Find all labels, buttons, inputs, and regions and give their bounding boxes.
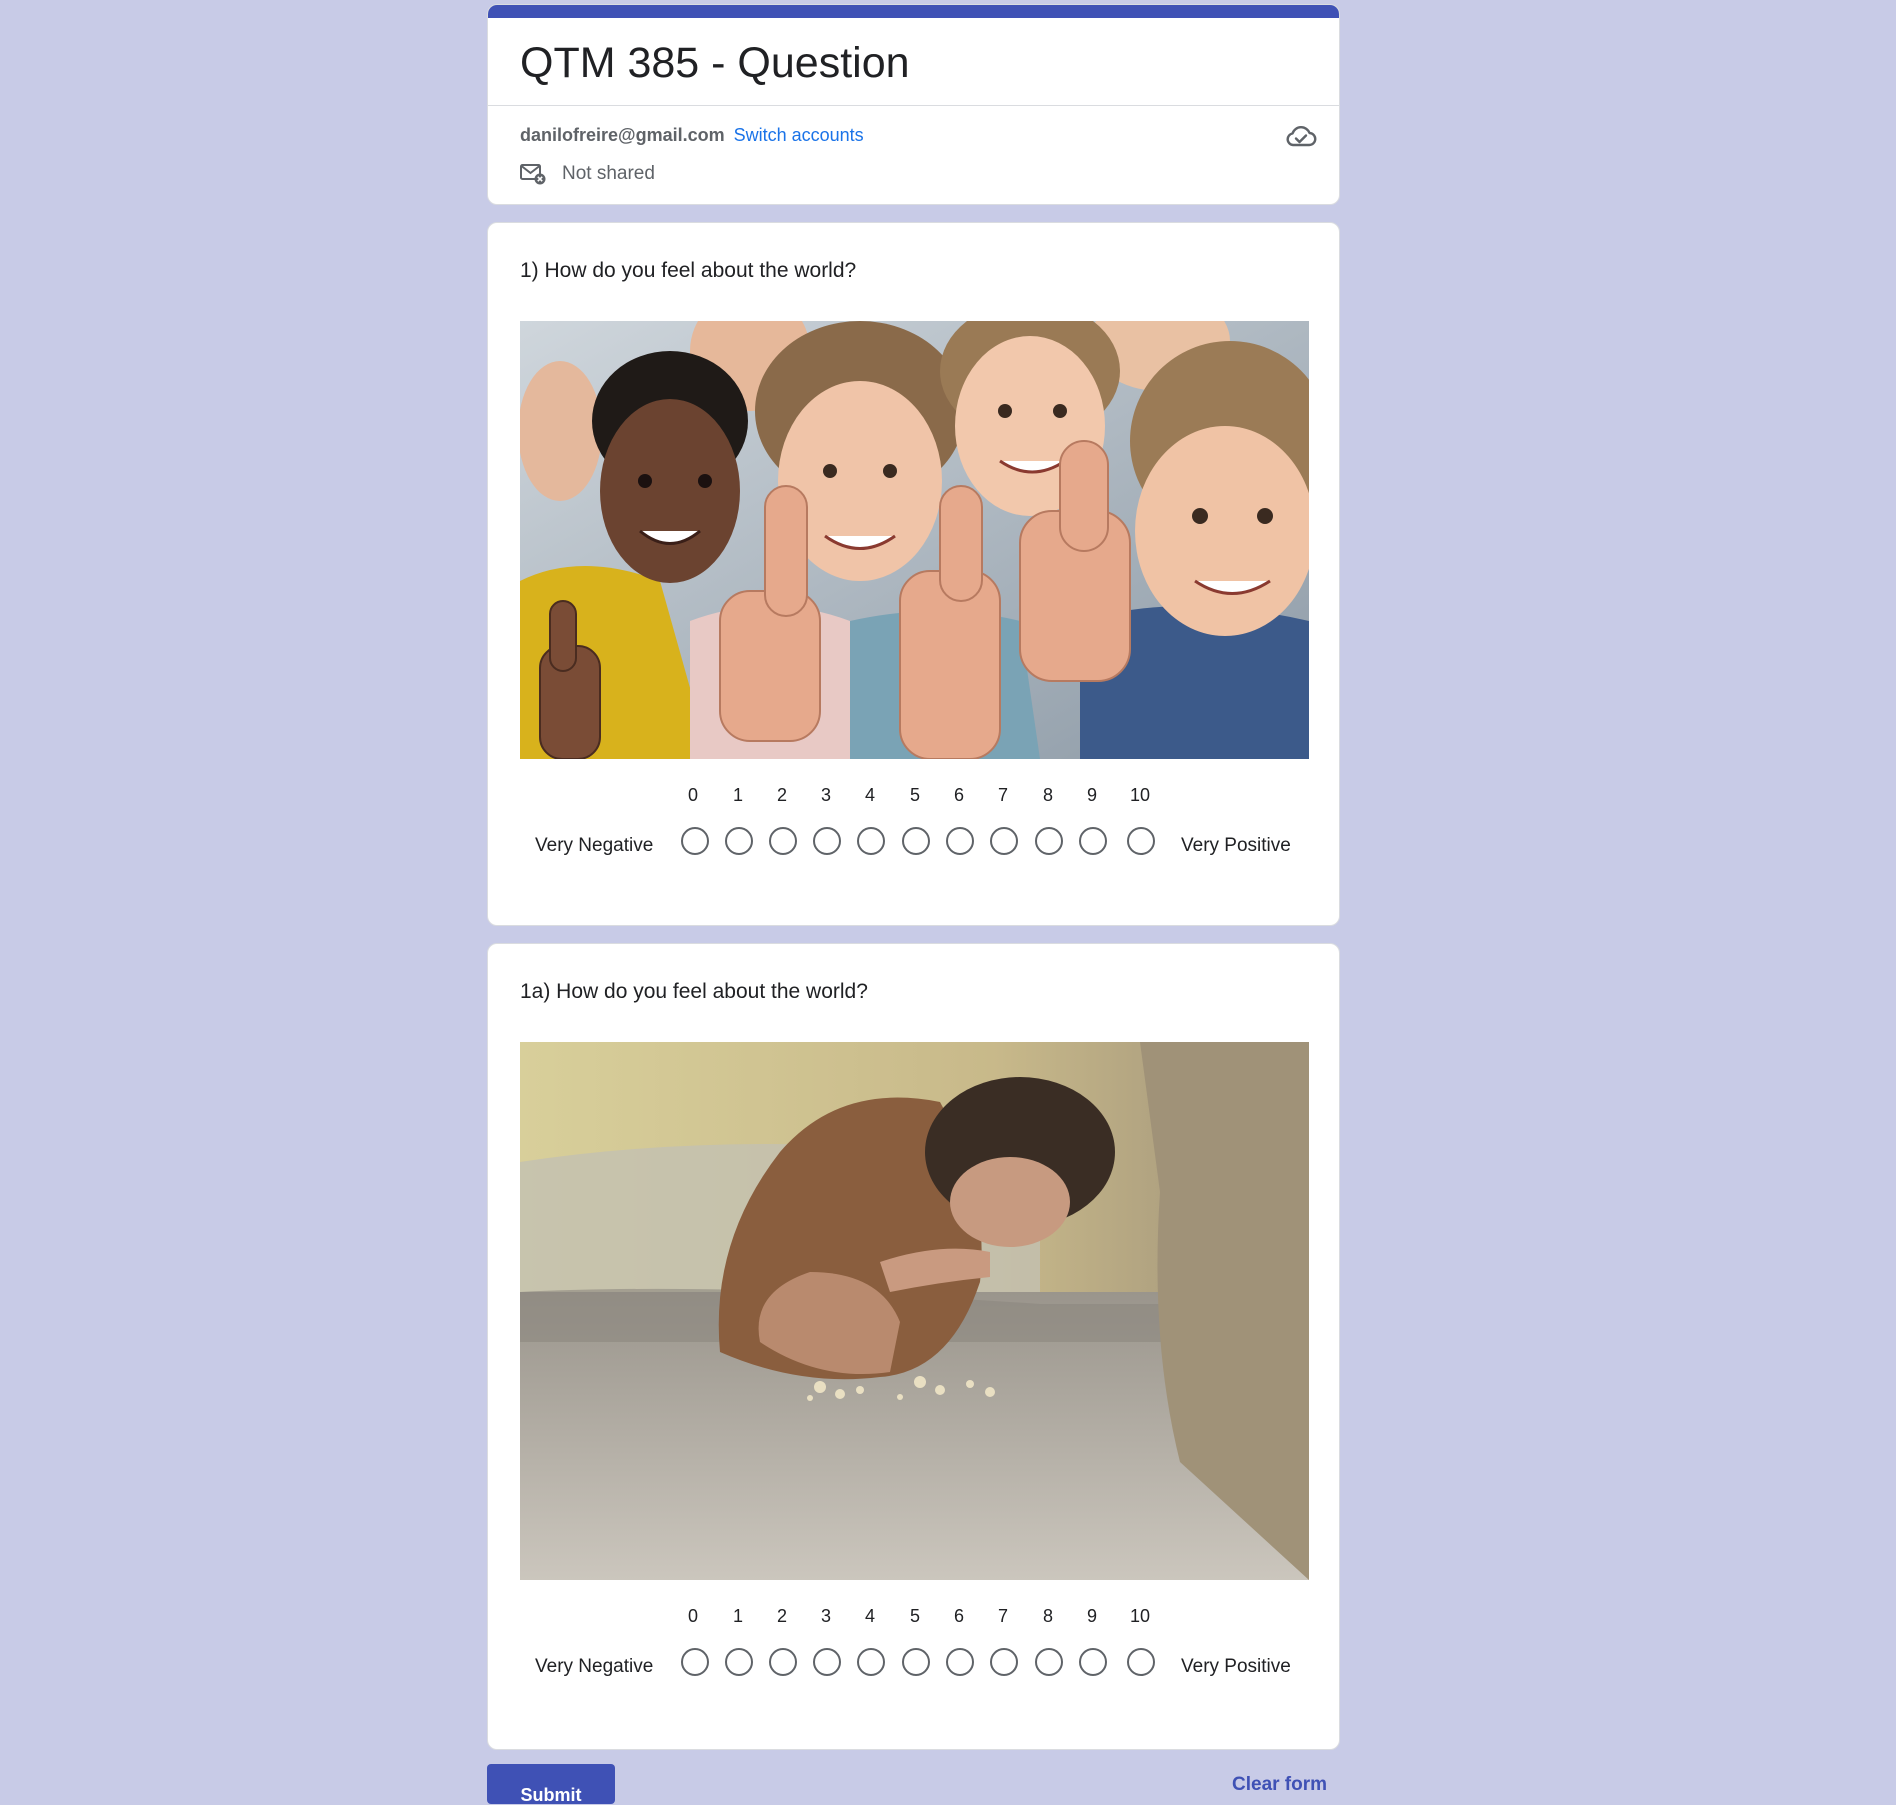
- scale-radio-1[interactable]: [725, 1648, 753, 1676]
- scale-number: 0: [687, 785, 698, 805]
- scale-radio-9[interactable]: [1079, 827, 1107, 855]
- scale-radio-4[interactable]: [857, 1648, 885, 1676]
- scale-number: 5: [909, 1606, 920, 1626]
- scale-number: 1: [732, 785, 743, 805]
- scale-radio-1[interactable]: [725, 827, 753, 855]
- scale-number: 6: [953, 1606, 964, 1626]
- question-card: 1a) How do you feel about the world? 0 1…: [487, 943, 1340, 1750]
- form-container: QTM 385 - Question danilofreire@gmail.co…: [487, 4, 1340, 1750]
- scale-number: 4: [864, 1606, 875, 1626]
- scale-radio-10[interactable]: [1127, 1648, 1155, 1676]
- scale-number: 4: [864, 785, 875, 805]
- scale-number: 7: [997, 1606, 1008, 1626]
- child-eating-crumbs-image: [520, 1042, 1309, 1580]
- scale-radio-4[interactable]: [857, 827, 885, 855]
- scale-radio-0[interactable]: [681, 827, 709, 855]
- scale-number: 9: [1086, 785, 1097, 805]
- scale-radio-10[interactable]: [1127, 827, 1155, 855]
- scale-number: 10: [1129, 785, 1151, 805]
- account-line: danilofreire@gmail.com Switch accounts: [520, 125, 864, 146]
- scale-number: 1: [732, 1606, 743, 1626]
- scale-number: 5: [909, 785, 920, 805]
- scale-number: 8: [1042, 1606, 1053, 1626]
- not-shared-label: Not shared: [562, 163, 655, 184]
- scale-number: 3: [820, 1606, 831, 1626]
- scale-number: 2: [776, 1606, 787, 1626]
- scale-radio-5[interactable]: [902, 1648, 930, 1676]
- clear-form-link[interactable]: Clear form: [1232, 1774, 1327, 1796]
- low-label: Very Negative: [535, 1656, 654, 1677]
- scale-radio-2[interactable]: [769, 1648, 797, 1676]
- accent-bar: [488, 5, 1339, 18]
- scale-radio-6[interactable]: [946, 1648, 974, 1676]
- scale-number: 2: [776, 785, 787, 805]
- scale-number: 0: [687, 1606, 698, 1626]
- scale-radio-2[interactable]: [769, 827, 797, 855]
- scale-number: 8: [1042, 785, 1053, 805]
- scale-number: 7: [997, 785, 1008, 805]
- scale-numbers: 0 1 2 3 4 5 6 7 8 9 10: [488, 1606, 1339, 1630]
- scale-radio-7[interactable]: [990, 827, 1018, 855]
- scale-radio-8[interactable]: [1035, 827, 1063, 855]
- scale-numbers: 0 1 2 3 4 5 6 7 8 9 10: [488, 785, 1339, 809]
- question-title: 1a) How do you feel about the world?: [520, 980, 868, 1003]
- form-title: QTM 385 - Question: [520, 39, 910, 87]
- question-card: 1) How do you feel about the world? 0 1 …: [487, 222, 1340, 926]
- scale-radio-9[interactable]: [1079, 1648, 1107, 1676]
- scale-radio-0[interactable]: [681, 1648, 709, 1676]
- low-label: Very Negative: [535, 835, 654, 856]
- mail-not-shared-icon: [520, 164, 546, 185]
- scale-radio-6[interactable]: [946, 827, 974, 855]
- form-header-card: QTM 385 - Question danilofreire@gmail.co…: [487, 4, 1340, 205]
- smiling-children-thumbs-up-image: [520, 321, 1309, 759]
- scale-radio-3[interactable]: [813, 1648, 841, 1676]
- scale-number: 3: [820, 785, 831, 805]
- scale-number: 9: [1086, 1606, 1097, 1626]
- question-image: [520, 1042, 1309, 1580]
- scale-radio-7[interactable]: [990, 1648, 1018, 1676]
- account-email: danilofreire@gmail.com: [520, 125, 725, 145]
- scale-radio-5[interactable]: [902, 827, 930, 855]
- question-image: [520, 321, 1309, 759]
- scale-number: 6: [953, 785, 964, 805]
- high-label: Very Positive: [1181, 1656, 1291, 1677]
- scale-number: 10: [1129, 1606, 1151, 1626]
- header-divider: [488, 105, 1339, 106]
- submit-button[interactable]: Submit: [487, 1764, 615, 1804]
- not-shared-status: Not shared: [520, 163, 655, 185]
- high-label: Very Positive: [1181, 835, 1291, 856]
- cloud-saved-icon[interactable]: [1285, 123, 1317, 149]
- scale-radio-3[interactable]: [813, 827, 841, 855]
- switch-accounts-link[interactable]: Switch accounts: [734, 125, 864, 145]
- scale-radio-8[interactable]: [1035, 1648, 1063, 1676]
- question-title: 1) How do you feel about the world?: [520, 259, 857, 282]
